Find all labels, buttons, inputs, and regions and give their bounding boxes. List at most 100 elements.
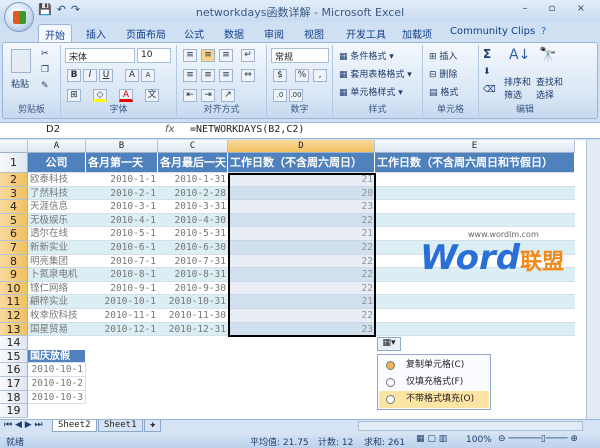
tab-addins[interactable]: 加载项 xyxy=(396,24,438,43)
data-cell[interactable]: 2010-8-31 xyxy=(158,268,228,282)
tab-home[interactable]: 开始 xyxy=(38,24,72,43)
decrease-indent-icon[interactable]: ⇤ xyxy=(183,89,197,102)
find-binoculars-icon[interactable]: 🔭 xyxy=(539,47,556,63)
data-cell[interactable] xyxy=(375,200,575,214)
tab-review[interactable]: 审阅 xyxy=(258,24,290,43)
data-cell[interactable]: 2010-3-1 xyxy=(86,200,158,214)
shrink-font-button[interactable]: A xyxy=(141,69,155,82)
data-cell[interactable]: 2010-8-1 xyxy=(86,268,158,282)
cut-icon[interactable]: ✂ xyxy=(41,49,49,59)
currency-icon[interactable]: $ xyxy=(273,69,287,82)
cell-styles-button[interactable]: ▦ 单元格样式 ▾ xyxy=(339,85,403,98)
header-cell[interactable]: 工作日数（不含周六周日） xyxy=(228,153,375,173)
data-cell[interactable]: 天涯信息 xyxy=(28,200,86,214)
data-cell[interactable]: 2010-6-1 xyxy=(86,241,158,255)
number-format-select[interactable]: 常规 xyxy=(271,48,329,63)
underline-button[interactable]: U xyxy=(99,69,113,82)
borders-icon[interactable]: ⊞ xyxy=(67,89,81,102)
horizontal-scrollbar[interactable] xyxy=(358,421,583,431)
tab-view[interactable]: 视图 xyxy=(298,24,330,43)
data-cell[interactable]: 铿仁网络 xyxy=(28,281,86,296)
zoom-slider[interactable]: ⊖ ──────▯──── ⊕ xyxy=(498,434,578,444)
paste-button[interactable]: 粘贴 xyxy=(11,77,29,90)
row-header[interactable]: 6 xyxy=(0,227,28,241)
data-cell[interactable]: 2010-6-30 xyxy=(158,241,228,255)
clear-icon[interactable]: ⌫ xyxy=(483,85,496,95)
sheet-tab-sheet1[interactable]: Sheet1 xyxy=(98,420,143,432)
conditional-format-button[interactable]: ▦ 条件格式 ▾ xyxy=(339,49,394,62)
data-cell[interactable] xyxy=(375,281,575,296)
header-cell[interactable]: 公司 xyxy=(28,153,86,173)
holiday-date[interactable]: 2010-10-2 xyxy=(28,377,86,391)
data-cell[interactable]: 2010-12-31 xyxy=(158,322,228,337)
insert-cells-button[interactable]: ⊞ 插入 xyxy=(429,49,457,62)
row-header[interactable]: 18 xyxy=(0,390,28,405)
data-cell[interactable]: 2010-2-28 xyxy=(158,186,228,201)
select-all-corner[interactable] xyxy=(0,140,28,153)
increase-decimal-icon[interactable]: .0 xyxy=(273,89,287,102)
column-header[interactable]: A xyxy=(28,140,86,153)
column-header[interactable]: E xyxy=(375,140,575,153)
data-cell[interactable]: 翩梓实业 xyxy=(28,295,86,309)
row-header[interactable]: 7 xyxy=(0,241,28,255)
tab-data[interactable]: 数据 xyxy=(218,24,250,43)
tab-developer[interactable]: 开发工具 xyxy=(340,24,392,43)
phonetic-icon[interactable]: 文 xyxy=(145,89,159,102)
row-header[interactable]: 9 xyxy=(0,268,28,282)
zoom-level[interactable]: 100% xyxy=(466,435,492,445)
column-header[interactable]: B xyxy=(86,140,158,153)
row-header[interactable]: 14 xyxy=(0,336,28,350)
data-cell[interactable]: 2010-5-1 xyxy=(86,227,158,241)
align-middle-icon[interactable]: ≡ xyxy=(201,49,215,62)
holiday-header[interactable]: 国庆放假 xyxy=(28,349,86,364)
data-cell[interactable]: 2010-4-30 xyxy=(158,213,228,228)
fill-formatting-only-option[interactable]: 仅填充格式(F) xyxy=(379,374,489,391)
column-header[interactable]: C xyxy=(158,140,228,153)
fill-icon[interactable]: ⬇ xyxy=(483,67,491,77)
fill-without-formatting-option[interactable]: 不带格式填充(O) xyxy=(379,391,489,408)
data-cell[interactable]: 2010-5-31 xyxy=(158,227,228,241)
holiday-date[interactable]: 2010-10-1 xyxy=(28,363,86,377)
wrap-text-icon[interactable]: ↵ xyxy=(241,49,255,62)
row-header[interactable]: 19 xyxy=(0,404,28,418)
align-left-icon[interactable]: ≡ xyxy=(183,69,197,82)
data-cell[interactable]: 2010-11-1 xyxy=(86,309,158,323)
sheet-nav-icon[interactable]: ⏮ ◀ ▶ ⏭ xyxy=(4,420,43,430)
data-cell[interactable]: 2010-9-1 xyxy=(86,281,158,296)
row-header[interactable]: 13 xyxy=(0,322,28,337)
merge-center-icon[interactable]: ⇔ xyxy=(241,69,255,82)
column-header[interactable]: D xyxy=(228,140,375,153)
data-cell[interactable]: 枚幸欣科技 xyxy=(28,309,86,323)
selection-range[interactable] xyxy=(228,173,376,337)
data-cell[interactable] xyxy=(375,295,575,309)
data-cell[interactable]: 无极娱乐 xyxy=(28,213,86,228)
row-header[interactable]: 3 xyxy=(0,186,28,201)
data-cell[interactable]: 2010-1-1 xyxy=(86,173,158,187)
worksheet-grid[interactable]: A B C D E 1 2 3 4 5 6 7 8 9 10 11 12 13 14 15 16 17 18 19 公司 各月第一… xyxy=(0,140,586,420)
data-cell[interactable]: 2010-2-1 xyxy=(86,186,158,201)
copy-icon[interactable]: ❐ xyxy=(41,65,49,75)
data-cell[interactable]: 2010-9-30 xyxy=(158,281,228,296)
italic-button[interactable]: I xyxy=(83,69,97,82)
font-name-select[interactable]: 宋体 xyxy=(65,48,135,63)
data-cell[interactable]: 2010-7-31 xyxy=(158,254,228,269)
window-controls[interactable]: – ▫ × xyxy=(522,3,594,14)
percent-button[interactable]: % xyxy=(295,69,309,82)
increase-indent-icon[interactable]: ⇥ xyxy=(201,89,215,102)
format-cells-button[interactable]: ▤ 格式 xyxy=(429,85,458,98)
data-cell[interactable]: 明亮集团 xyxy=(28,254,86,269)
formula-input[interactable]: =NETWORKDAYS(B2,C2) xyxy=(190,124,304,135)
row-header[interactable]: 17 xyxy=(0,377,28,391)
holiday-date[interactable]: 2010-10-3 xyxy=(28,390,86,405)
comma-button[interactable]: , xyxy=(313,69,327,82)
view-buttons[interactable]: ▦ ▢ ▥ xyxy=(416,434,447,444)
data-cell[interactable] xyxy=(375,186,575,201)
bold-button[interactable]: B xyxy=(67,69,81,82)
data-cell[interactable]: 2010-3-31 xyxy=(158,200,228,214)
data-cell[interactable] xyxy=(375,173,575,187)
autosum-button[interactable]: Σ xyxy=(483,47,491,61)
data-cell[interactable]: 透尔在线 xyxy=(28,227,86,241)
row-header[interactable]: 8 xyxy=(0,254,28,269)
tab-insert[interactable]: 插入 xyxy=(80,24,112,43)
row-header[interactable]: 10 xyxy=(0,281,28,296)
